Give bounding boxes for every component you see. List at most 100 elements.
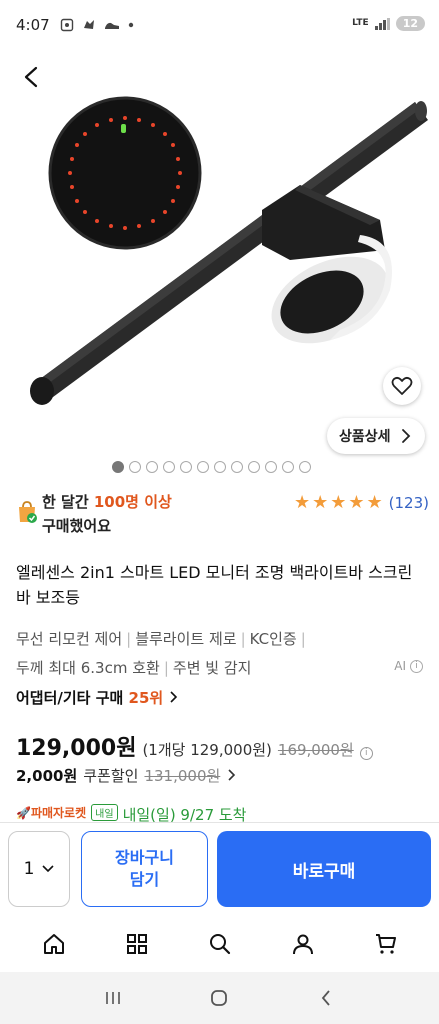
pager-dot[interactable] xyxy=(299,461,311,473)
pager-dot[interactable] xyxy=(112,461,124,473)
home-button[interactable] xyxy=(199,978,239,1018)
cart-icon xyxy=(375,934,396,954)
delivery-row: 🚀파매자로켓 내일 내일(일) 9/27 도착 xyxy=(16,804,247,822)
feature-item: KC인증 xyxy=(249,630,297,648)
add-to-cart-button[interactable]: 장바구니 담기 xyxy=(81,831,208,907)
buy-now-label: 바로구매 xyxy=(292,861,356,882)
network-label: LTE xyxy=(352,18,369,28)
pager-dot[interactable] xyxy=(282,461,294,473)
pager-dot[interactable] xyxy=(248,461,260,473)
back-button[interactable] xyxy=(16,62,46,92)
tab-home[interactable] xyxy=(32,922,76,966)
info-icon[interactable]: i xyxy=(359,746,373,760)
rating[interactable]: ★ ★ ★ ★ ★ (123) xyxy=(293,492,429,513)
image-pager[interactable] xyxy=(112,461,311,473)
rank-category: 어댑터/기타 구매 xyxy=(16,689,129,707)
rocket-delivery-label: 🚀파매자로켓 xyxy=(16,806,87,820)
category-icon xyxy=(126,934,147,954)
price-row: 129,000원 (1개당 129,000원) 169,000원 i xyxy=(16,730,373,762)
badge-prefix: 한 달간 xyxy=(42,493,94,511)
screenshot-icon xyxy=(60,18,73,32)
tab-cart[interactable] xyxy=(364,922,408,966)
coupon-row[interactable]: 2,000원 쿠폰할인 131,000원 xyxy=(16,765,236,786)
feature-item: 블루라이트 제로 xyxy=(135,630,237,648)
status-right: LTE 12 xyxy=(352,16,425,31)
pager-dot[interactable] xyxy=(129,461,141,473)
search-icon xyxy=(209,934,230,955)
heart-icon xyxy=(391,376,413,395)
ai-tag[interactable]: AI i xyxy=(394,659,423,673)
game-icon xyxy=(83,20,94,29)
star-icon: ★ xyxy=(348,492,365,513)
product-image[interactable] xyxy=(0,90,439,450)
recents-icon xyxy=(106,992,120,1004)
status-notification-icons xyxy=(60,18,134,32)
star-icon: ★ xyxy=(293,492,311,513)
product-detail-label: 상품상세 xyxy=(339,429,391,445)
product-detail-button[interactable]: 상품상세 xyxy=(327,418,425,454)
delivery-badge: 내일 xyxy=(91,804,118,821)
quantity-select[interactable]: 1 xyxy=(8,831,70,907)
product-title: 엘레센스 2in1 스마트 LED 모니터 조명 백라이트바 스크린바 보조등 xyxy=(16,563,413,607)
review-count[interactable]: (123) xyxy=(389,494,429,512)
shopping-bag-icon xyxy=(19,501,37,523)
badge-highlight: 100명 이상 xyxy=(93,493,172,511)
unit-price: (1개당 129,000원) xyxy=(142,741,272,759)
chevron-left-icon xyxy=(24,66,38,88)
quantity-value: 1 xyxy=(23,859,35,879)
tab-category[interactable] xyxy=(115,922,159,966)
remote-control-image xyxy=(48,96,202,250)
buy-now-button[interactable]: 바로구매 xyxy=(217,831,431,907)
chevron-left-icon xyxy=(321,990,330,1006)
home-circle-icon xyxy=(211,990,228,1006)
pager-dot[interactable] xyxy=(180,461,192,473)
home-icon xyxy=(43,934,64,954)
bottom-tab-bar xyxy=(0,916,439,972)
star-icon: ★ xyxy=(330,492,347,513)
feature-list: 무선 리모컨 제어 | 블루라이트 제로 | KC인증 | 두께 최대 6.3cm 호환 |… xyxy=(16,630,306,677)
original-price: 169,000원 xyxy=(277,741,354,759)
add-to-cart-label: 장바구니 담기 xyxy=(115,848,174,889)
category-rank[interactable]: 어댑터/기타 구매 25위 xyxy=(16,687,178,708)
feature-item: 두께 최대 6.3cm 호환 xyxy=(16,659,160,677)
chevron-right-icon xyxy=(401,429,410,443)
wishlist-button[interactable] xyxy=(383,367,421,405)
status-bar: 4:07 LTE 12 xyxy=(0,0,439,50)
user-icon xyxy=(292,934,313,955)
badge-suffix: 구매했어요 xyxy=(42,517,112,535)
pager-dot[interactable] xyxy=(163,461,175,473)
chevron-down-icon xyxy=(42,865,54,873)
chevron-right-icon xyxy=(170,691,178,703)
pager-dot[interactable] xyxy=(231,461,243,473)
popularity-row: 한 달간 100명 이상 구매했어요 ★ ★ ★ ★ ★ (123) xyxy=(16,490,429,542)
status-time: 4:07 xyxy=(16,16,50,34)
chevron-right-icon xyxy=(228,769,236,781)
pager-dot[interactable] xyxy=(197,461,209,473)
clamp-image xyxy=(262,185,392,344)
feature-item: 무선 리모컨 제어 xyxy=(16,630,123,648)
back-nav-button[interactable] xyxy=(306,978,346,1018)
battery-badge: 12 xyxy=(395,16,425,31)
shoe-icon xyxy=(104,22,119,29)
pager-dot[interactable] xyxy=(214,461,226,473)
tab-search[interactable] xyxy=(198,922,242,966)
coupon-amount: 2,000원 xyxy=(16,767,78,785)
info-icon: i xyxy=(410,659,423,673)
dot-icon xyxy=(128,22,133,28)
remote-power-indicator xyxy=(121,124,126,133)
feature-item: 주변 빛 감지 xyxy=(172,659,252,677)
recents-button[interactable] xyxy=(93,978,133,1018)
star-icon: ★ xyxy=(366,492,383,513)
star-icon: ★ xyxy=(312,492,329,513)
delivery-date: 내일(일) 9/27 도착 xyxy=(122,806,247,822)
signal-icon xyxy=(374,17,390,30)
ai-label: AI xyxy=(394,659,406,673)
popularity-badge: 한 달간 100명 이상 구매했어요 xyxy=(42,490,172,538)
pager-dot[interactable] xyxy=(265,461,277,473)
system-navigation-bar xyxy=(0,972,439,1024)
coupon-label: 쿠폰할인 xyxy=(83,767,139,785)
coupon-original-price: 131,000원 xyxy=(144,767,221,785)
pager-dot[interactable] xyxy=(146,461,158,473)
tab-my-account[interactable] xyxy=(281,922,325,966)
purchase-bar: 1 장바구니 담기 바로구매 xyxy=(0,822,439,916)
